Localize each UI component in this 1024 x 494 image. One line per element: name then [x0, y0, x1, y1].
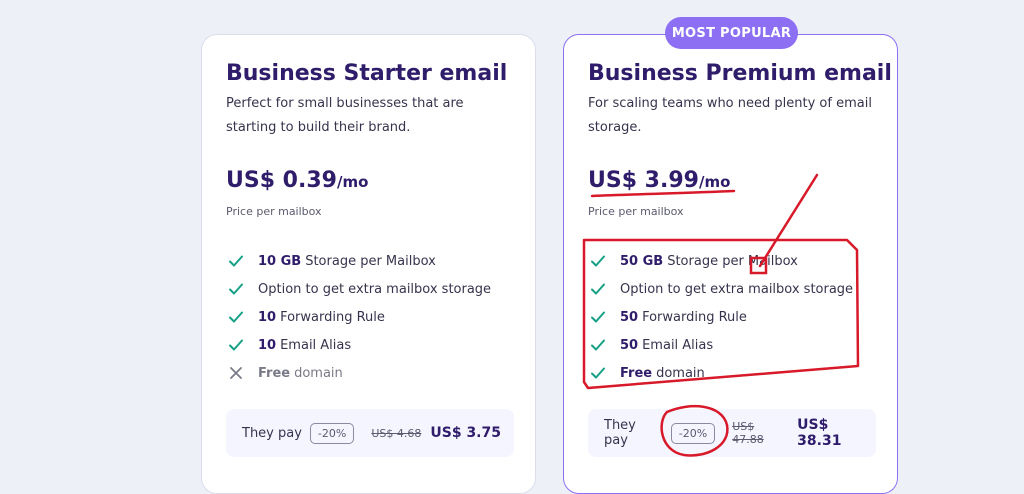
plan-card-business-starter: Business Starter email Perfect for small…	[201, 34, 536, 494]
feature-text: Storage per Mailbox	[305, 253, 436, 269]
plan-title: Business Starter email	[226, 61, 508, 86]
feature-bold: 50 GB	[620, 253, 664, 269]
pay-summary: They pay -20% US$ 4.68 US$ 3.75	[226, 409, 514, 457]
most-popular-badge: MOST POPULAR	[665, 17, 798, 49]
price-amount: US$ 3.99	[588, 168, 699, 193]
old-price: US$ 4.68	[371, 426, 422, 440]
check-icon	[226, 251, 246, 271]
price-note: Price per mailbox	[588, 205, 684, 218]
feature-text: Email Alias	[642, 337, 714, 353]
feature-item: Option to get extra mailbox storage	[588, 275, 853, 303]
price-amount: US$ 0.39	[226, 168, 337, 193]
feature-text: Email Alias	[280, 337, 352, 353]
pay-label: They pay	[604, 418, 636, 448]
feature-text: Option to get extra mailbox storage	[258, 281, 492, 297]
feature-item: 10 GB Storage per Mailbox	[226, 247, 491, 275]
check-icon	[588, 307, 608, 327]
price-period: /mo	[698, 173, 731, 191]
feature-text: Option to get extra mailbox storage	[620, 281, 854, 297]
feature-bold: 50	[620, 309, 639, 325]
price-period: /mo	[336, 173, 369, 191]
check-icon	[588, 335, 608, 355]
feature-item: Option to get extra mailbox storage	[226, 275, 491, 303]
discount-badge: -20%	[309, 422, 355, 444]
check-icon	[226, 335, 246, 355]
feature-item: Free domain	[588, 359, 853, 387]
pay-label: They pay	[242, 425, 302, 441]
pay-summary: They pay -20% US$ 47.88 US$ 38.31	[588, 409, 876, 457]
old-price: US$ 47.88	[732, 420, 764, 446]
check-icon	[588, 279, 608, 299]
feature-text: Forwarding Rule	[642, 309, 747, 325]
feature-bold: 50	[620, 337, 639, 353]
feature-text: Storage per Mailbox	[667, 253, 798, 269]
price-note: Price per mailbox	[226, 205, 322, 218]
feature-bold: Free	[620, 365, 653, 381]
feature-item: 10 Forwarding Rule	[226, 303, 491, 331]
plan-price: US$ 0.39/mo	[226, 168, 368, 193]
discount-badge: -20%	[670, 422, 716, 444]
feature-bold: Free	[258, 365, 291, 381]
feature-item: 50 Email Alias	[588, 331, 853, 359]
feature-list: 50 GB Storage per Mailbox Option to get e…	[588, 247, 853, 387]
check-icon	[226, 307, 246, 327]
new-price: US$ 38.31	[797, 417, 842, 449]
check-icon	[226, 279, 246, 299]
feature-item: 50 Forwarding Rule	[588, 303, 853, 331]
check-icon	[588, 363, 608, 383]
feature-item: Free domain	[226, 359, 491, 387]
feature-bold: 10 GB	[258, 253, 302, 269]
feature-bold: 10	[258, 309, 277, 325]
x-icon	[226, 363, 246, 383]
check-icon	[588, 251, 608, 271]
plan-title: Business Premium email	[588, 61, 892, 86]
plan-description: For scaling teams who need plenty of ema…	[588, 96, 872, 135]
feature-text: Forwarding Rule	[280, 309, 385, 325]
new-price: US$ 3.75	[430, 425, 501, 441]
feature-text: domain	[656, 365, 705, 381]
plan-card-business-premium: Business Premium email For scaling teams…	[563, 34, 898, 494]
feature-text: domain	[294, 365, 343, 381]
feature-item: 50 GB Storage per Mailbox	[588, 247, 853, 275]
feature-bold: 10	[258, 337, 277, 353]
feature-list: 10 GB Storage per Mailbox Option to get e…	[226, 247, 491, 387]
plan-description: Perfect for small businesses that are st…	[226, 96, 464, 135]
plan-price: US$ 3.99/mo	[588, 168, 730, 193]
feature-item: 10 Email Alias	[226, 331, 491, 359]
